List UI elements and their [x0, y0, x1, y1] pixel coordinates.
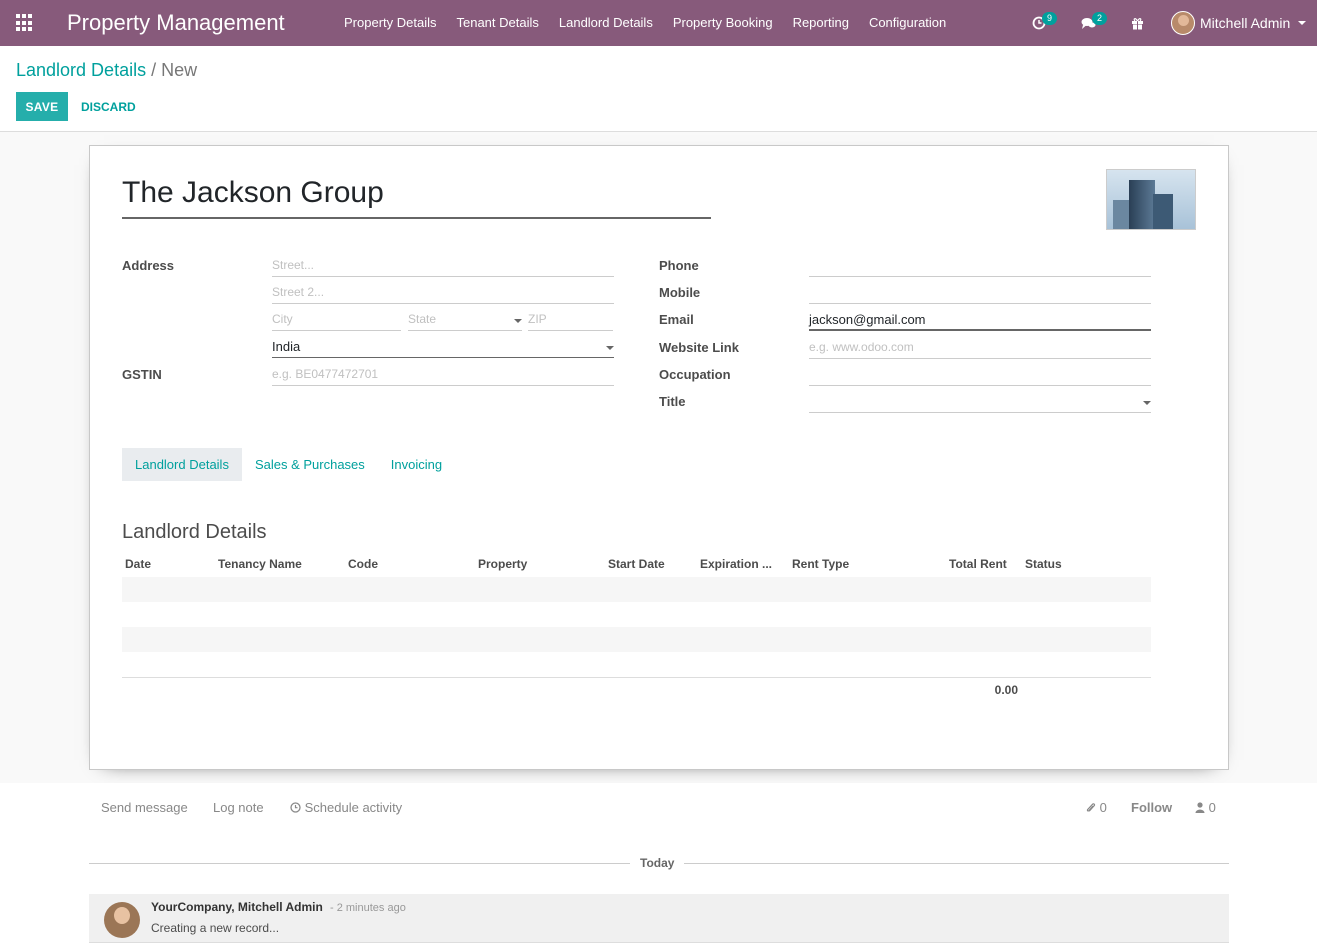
col-start-date[interactable]: Start Date — [608, 557, 665, 571]
author-avatar[interactable] — [104, 902, 140, 938]
message-count-badge: 2 — [1092, 11, 1108, 25]
gift-icon — [1132, 17, 1143, 30]
state-select[interactable]: State — [408, 312, 522, 331]
table-row — [122, 652, 1151, 677]
user-name: Mitchell Admin — [1200, 15, 1291, 31]
send-message-button[interactable]: Send message — [101, 800, 188, 815]
form-sheet: The Jackson Group Address Street... Stre… — [89, 145, 1229, 770]
table-row — [122, 577, 1151, 602]
attachments-button[interactable]: 0 — [1085, 800, 1107, 815]
table-row — [122, 602, 1151, 627]
chevron-down-icon — [606, 346, 614, 350]
website-input[interactable]: e.g. www.odoo.com — [809, 340, 1151, 359]
landlord-image[interactable] — [1106, 169, 1196, 230]
breadcrumb-current: New — [161, 60, 198, 80]
activity-button[interactable]: 9 — [1032, 0, 1058, 46]
street-input[interactable]: Street... — [272, 258, 614, 277]
menu-property-details[interactable]: Property Details — [334, 0, 446, 46]
breadcrumb-separator: / — [151, 60, 157, 80]
user-menu[interactable]: Mitchell Admin — [1171, 0, 1307, 46]
notebook-tabs: Landlord Details Sales & Purchases Invoi… — [122, 448, 455, 481]
col-rent-type[interactable]: Rent Type — [792, 557, 849, 571]
log-note-button[interactable]: Log note — [213, 800, 264, 815]
activity-count-badge: 9 — [1042, 11, 1058, 25]
tab-sales-purchases[interactable]: Sales & Purchases — [242, 448, 378, 481]
top-navbar: Property Management Property Details Ten… — [0, 0, 1317, 46]
discard-button[interactable]: DISCARD — [72, 92, 145, 121]
app-brand[interactable]: Property Management — [67, 10, 285, 36]
paperclip-icon — [1086, 802, 1096, 812]
message-author[interactable]: YourCompany, Mitchell Admin — [151, 900, 323, 914]
address-label: Address — [122, 258, 175, 273]
city-input[interactable]: City — [272, 312, 401, 331]
zip-input[interactable]: ZIP — [528, 312, 613, 331]
gstin-label: GSTIN — [122, 367, 162, 382]
follow-button[interactable]: Follow — [1131, 800, 1172, 815]
breadcrumb: Landlord Details / New — [16, 60, 197, 81]
clock-icon — [290, 802, 301, 813]
today-label: Today — [630, 856, 685, 870]
menu-reporting[interactable]: Reporting — [783, 0, 859, 46]
gstin-input[interactable]: e.g. BE0477472701 — [272, 367, 614, 386]
user-avatar — [1171, 11, 1195, 35]
title-select[interactable] — [809, 394, 1151, 413]
mobile-input[interactable] — [809, 285, 1151, 304]
chevron-down-icon — [1143, 401, 1151, 405]
table-row — [122, 627, 1151, 652]
chevron-down-icon — [1298, 21, 1307, 25]
occupation-input[interactable] — [809, 367, 1151, 386]
save-button[interactable]: SAVE — [16, 92, 68, 121]
title-label: Title — [659, 394, 686, 409]
col-date[interactable]: Date — [125, 557, 151, 571]
country-select[interactable]: India — [272, 339, 614, 358]
menu-tenant-details[interactable]: Tenant Details — [446, 0, 548, 46]
menu-configuration[interactable]: Configuration — [859, 0, 956, 46]
user-icon — [1195, 802, 1205, 814]
email-label: Email — [659, 312, 694, 327]
chevron-down-icon — [514, 319, 522, 323]
chatter: Send message Log note Schedule activity … — [0, 783, 1317, 951]
col-tenancy-name[interactable]: Tenancy Name — [218, 557, 302, 571]
landlord-name-input[interactable]: The Jackson Group — [122, 176, 711, 219]
message-time: - 2 minutes ago — [330, 902, 406, 914]
menu-property-booking[interactable]: Property Booking — [663, 0, 783, 46]
phone-label: Phone — [659, 258, 699, 273]
apps-menu-icon[interactable] — [16, 14, 34, 32]
col-total-rent[interactable]: Total Rent — [949, 557, 1007, 571]
email-input[interactable]: jackson@gmail.com — [809, 312, 1151, 331]
table-footer: 0.00 — [122, 677, 1151, 702]
mobile-label: Mobile — [659, 285, 701, 300]
control-panel: Landlord Details / New SAVE DISCARD — [0, 46, 1317, 132]
followers-count: 0 — [1208, 800, 1216, 815]
attachments-count: 0 — [1099, 800, 1107, 815]
section-title: Landlord Details — [122, 521, 267, 543]
col-code[interactable]: Code — [348, 557, 378, 571]
country-value: India — [272, 339, 301, 354]
tab-invoicing[interactable]: Invoicing — [378, 448, 455, 481]
followers-button[interactable]: 0 — [1195, 800, 1216, 815]
occupation-label: Occupation — [659, 367, 731, 382]
menu-landlord-details[interactable]: Landlord Details — [549, 0, 663, 46]
total-rent-sum: 0.00 — [994, 683, 1018, 697]
chatter-message: YourCompany, Mitchell Admin - 2 minutes … — [89, 894, 1229, 943]
schedule-activity-button[interactable]: Schedule activity — [290, 800, 402, 815]
messages-button[interactable]: 2 — [1081, 0, 1108, 46]
tab-landlord-details[interactable]: Landlord Details — [122, 448, 242, 481]
main-menu: Property Details Tenant Details Landlord… — [334, 0, 956, 46]
gift-button[interactable] — [1131, 0, 1144, 46]
street2-input[interactable]: Street 2... — [272, 285, 614, 304]
table-header: Date Tenancy Name Code Property Start Da… — [122, 553, 1151, 577]
col-expiration[interactable]: Expiration ... — [700, 557, 772, 571]
state-placeholder: State — [408, 312, 437, 326]
message-body: Creating a new record... — [151, 921, 280, 935]
col-status[interactable]: Status — [1025, 557, 1062, 571]
breadcrumb-parent[interactable]: Landlord Details — [16, 60, 146, 80]
phone-input[interactable] — [809, 258, 1151, 277]
col-property[interactable]: Property — [478, 557, 527, 571]
website-label: Website Link — [659, 340, 739, 355]
schedule-activity-label: Schedule activity — [304, 800, 403, 815]
